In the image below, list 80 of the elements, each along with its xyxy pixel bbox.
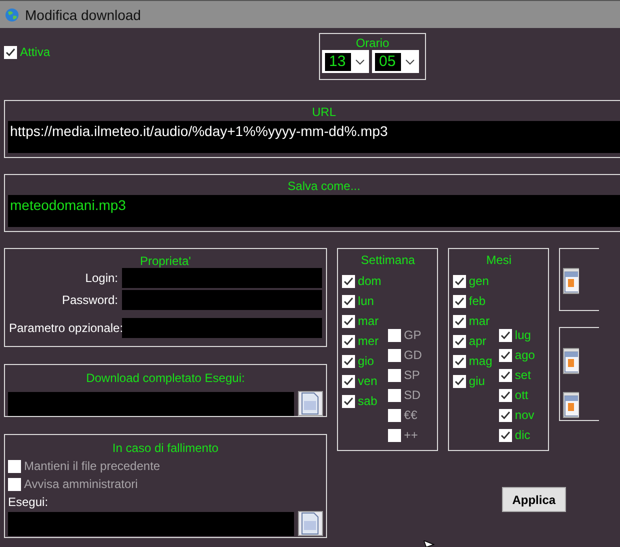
hour-dropdown[interactable]: 13 xyxy=(322,50,370,73)
globe-icon xyxy=(5,8,19,22)
field-label: Esegui: xyxy=(8,495,50,509)
checkbox[interactable]: sab xyxy=(342,391,388,411)
window-title: Modifica download xyxy=(25,6,141,22)
checkbox[interactable]: ott xyxy=(498,385,545,405)
checkbox[interactable]: lun xyxy=(342,291,388,311)
checkbox[interactable]: mag xyxy=(452,351,499,371)
panel-title: Mesi xyxy=(485,253,513,267)
check-icon xyxy=(342,336,354,346)
checkbox[interactable]: mar xyxy=(452,311,499,331)
command-field[interactable] xyxy=(8,392,294,416)
checkbox[interactable]: gen xyxy=(452,271,499,291)
minute-dropdown[interactable]: 05 xyxy=(372,50,420,73)
field-label: Login: xyxy=(84,271,119,285)
check-icon xyxy=(342,396,354,406)
checkbox[interactable]: nov xyxy=(498,405,545,425)
checkbox[interactable]: mar xyxy=(342,311,388,331)
checkbox[interactable]: Mantieni il file precedente xyxy=(8,459,323,473)
panel-title: Settimana xyxy=(360,253,416,267)
command-field[interactable] xyxy=(8,512,294,536)
check-icon xyxy=(500,390,511,400)
url-field[interactable]: https://media.ilmeteo.it/audio/%day+1%%yyyy-mm-dd%.mp3 xyxy=(8,121,620,153)
checkbox[interactable]: €€ xyxy=(388,405,434,425)
input-field[interactable] xyxy=(122,268,322,288)
caret-icon xyxy=(355,58,366,64)
check-icon xyxy=(454,356,465,366)
checkbox[interactable]: ago xyxy=(498,345,545,365)
panel-title: Salva come... xyxy=(286,179,362,193)
calendar-button[interactable] xyxy=(562,392,579,418)
check-icon xyxy=(500,370,511,380)
caret-icon xyxy=(405,58,416,64)
filename-field[interactable]: meteodomani.mp3 xyxy=(8,195,620,227)
check-icon xyxy=(454,296,465,306)
panel-title: In caso di fallimento xyxy=(111,441,220,455)
input-field[interactable] xyxy=(122,290,322,310)
checkbox[interactable]: Attiva xyxy=(4,45,50,59)
checkbox[interactable]: Avvisa amministratori xyxy=(8,477,323,491)
panel-title: Proprieta' xyxy=(138,254,192,268)
checkbox[interactable]: SP xyxy=(388,365,434,385)
panel-title: URL xyxy=(310,105,337,119)
checkbox[interactable]: feb xyxy=(452,291,499,311)
field-label: Parametro opzionale: xyxy=(9,321,122,335)
checkbox[interactable]: set xyxy=(498,365,545,385)
checkbox[interactable]: GD xyxy=(388,345,434,365)
browse-button[interactable] xyxy=(298,511,323,536)
browse-button[interactable] xyxy=(298,391,323,416)
check-icon xyxy=(454,376,465,386)
checkbox[interactable]: dic xyxy=(498,425,545,445)
checkbox[interactable]: dom xyxy=(342,271,388,291)
checkbox[interactable]: GP xyxy=(388,325,434,345)
checkbox[interactable]: apr xyxy=(452,331,499,351)
panel-title: Orario xyxy=(354,36,390,50)
input-field[interactable] xyxy=(122,318,322,338)
checkbox[interactable]: giu xyxy=(452,371,499,391)
checkbox[interactable]: lug xyxy=(498,325,545,345)
check-icon xyxy=(500,350,511,360)
check-icon xyxy=(454,276,465,286)
check-icon xyxy=(342,276,354,286)
check-icon xyxy=(500,430,511,440)
panel-title: Download completato Esegui: xyxy=(85,371,246,385)
check-icon xyxy=(454,316,465,326)
apply-button[interactable]: Applica xyxy=(502,487,566,512)
check-icon xyxy=(342,356,354,366)
checkbox[interactable]: SD xyxy=(388,385,434,405)
check-icon xyxy=(500,410,511,420)
calendar-button[interactable] xyxy=(562,348,579,374)
checkbox[interactable]: ven xyxy=(342,371,388,391)
calendar-button[interactable] xyxy=(562,268,579,294)
check-icon xyxy=(342,316,354,326)
checkbox[interactable]: ++ xyxy=(388,425,434,445)
check-icon xyxy=(454,336,465,346)
cursor-icon xyxy=(422,538,436,547)
check-icon xyxy=(342,296,354,306)
check-icon xyxy=(500,330,511,340)
check-icon xyxy=(342,376,354,386)
check-icon xyxy=(5,46,16,58)
checkbox[interactable]: gio xyxy=(342,351,388,371)
checkbox[interactable]: mer xyxy=(342,331,388,351)
field-label: Password: xyxy=(60,293,119,307)
